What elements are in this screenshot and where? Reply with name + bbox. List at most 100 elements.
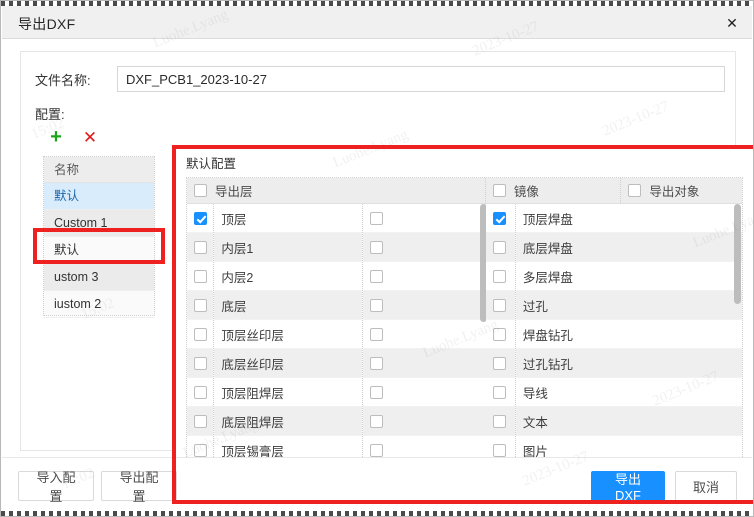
mirror-checkbox-cell: [363, 204, 486, 233]
objects-scrollbar-thumb[interactable]: [733, 204, 741, 304]
config-list-item[interactable]: ustom 3: [44, 264, 154, 291]
config-list: 名称 默认 Custom 1 默认 ustom 3 iustom 2: [43, 156, 155, 318]
mirror-checkbox[interactable]: [370, 298, 384, 312]
layer-name-label: 顶层丝印层: [221, 328, 284, 343]
dialog-title: 导出DXF: [18, 16, 76, 32]
dialog-title-bar: 导出DXF ✕: [2, 6, 752, 39]
config-section-label: 配置:: [35, 107, 65, 122]
mirror-checkbox-cell: [363, 262, 486, 291]
object-name-cell: 导线: [515, 378, 742, 407]
config-list-item[interactable]: iustom 2: [44, 291, 154, 318]
select-all-layers-checkbox[interactable]: [194, 184, 207, 197]
objects-scroll-pane[interactable]: 顶层焊盘 底层焊盘 多层焊盘 过孔 焊盘钻孔 过孔钻孔 导线 文本 图片: [485, 204, 742, 459]
layer-checkbox-cell: [187, 320, 214, 349]
object-checkbox[interactable]: [492, 414, 506, 428]
layer-checkbox[interactable]: [194, 327, 207, 341]
cross-icon[interactable]: ✕: [79, 126, 101, 148]
layer-name-cell: 内层2: [214, 262, 363, 291]
layer-name-label: 顶层: [221, 212, 247, 227]
config-list-item[interactable]: 默认: [44, 237, 154, 264]
object-checkbox[interactable]: [492, 327, 506, 341]
export-dxf-dialog: 导出DXF ✕ 文件名称: 配置: + ✕ 名称 默认 Custom 1 默认 ust…: [0, 0, 754, 517]
object-checkbox-cell: [485, 204, 515, 233]
object-checkbox[interactable]: [492, 298, 506, 312]
layer-name-label: 底层: [221, 299, 247, 314]
mirror-checkbox[interactable]: [370, 327, 384, 341]
filename-row: 文件名称:: [35, 66, 725, 92]
object-checkbox[interactable]: [492, 443, 506, 457]
layer-checkbox[interactable]: [194, 240, 207, 254]
mirror-checkbox-cell: [363, 291, 486, 320]
object-name-label: 过孔: [522, 299, 548, 314]
object-checkbox[interactable]: [492, 269, 506, 283]
object-name-label: 导线: [522, 386, 548, 401]
export-config-button[interactable]: 导出配置: [101, 470, 177, 504]
mirror-checkbox-cell: [363, 378, 486, 407]
config-list-header: 名称: [44, 157, 154, 183]
mirror-checkbox[interactable]: [370, 385, 384, 399]
config-list-item[interactable]: 默认: [44, 183, 154, 210]
table-body: 顶层 内层1 内层2 底层 顶层丝印层 底层丝印层 顶层阻焊层 底层阻焊层 顶层锡膏层 顶层焊盘…: [187, 204, 742, 459]
mirror-checkbox[interactable]: [370, 240, 384, 254]
layer-checkbox-cell: [187, 436, 214, 459]
layers-vertical-scrollbar[interactable]: [480, 204, 486, 459]
layer-checkbox[interactable]: [194, 414, 207, 428]
default-config-panel: 默认配置 导出层 镜像 导出对象 顶层 内层1 内层2 底层 顶层丝印层 底层丝…: [176, 149, 753, 500]
cancel-button[interactable]: 取消: [675, 471, 737, 501]
mirror-checkbox[interactable]: [370, 414, 384, 428]
object-name-cell: 多层焊盘: [515, 262, 742, 291]
object-name-cell: 底层焊盘: [515, 233, 742, 262]
object-name-label: 底层焊盘: [522, 241, 573, 256]
layer-name-cell: 内层1: [214, 233, 363, 262]
layers-scroll-pane[interactable]: 顶层 内层1 内层2 底层 顶层丝印层 底层丝印层 顶层阻焊层 底层阻焊层 顶层锡膏层: [187, 204, 486, 459]
export-dxf-button[interactable]: 导出DXF: [591, 471, 665, 503]
select-all-objects-checkbox[interactable]: [628, 184, 642, 197]
objects-vertical-scrollbar[interactable]: [733, 204, 741, 459]
layer-checkbox[interactable]: [194, 211, 207, 225]
mirror-checkbox[interactable]: [370, 211, 384, 225]
mirror-checkbox[interactable]: [370, 269, 384, 283]
object-name-label: 多层焊盘: [522, 270, 573, 285]
layer-checkbox[interactable]: [194, 298, 207, 312]
layer-checkbox-cell: [187, 378, 214, 407]
layer-checkbox[interactable]: [194, 356, 207, 370]
object-checkbox[interactable]: [492, 356, 506, 370]
layer-checkbox-cell: [187, 262, 214, 291]
filename-label: 文件名称:: [35, 73, 91, 88]
config-list-item-label: 默认: [54, 243, 80, 257]
object-checkbox-cell: [485, 320, 515, 349]
layer-checkbox[interactable]: [194, 269, 207, 283]
object-checkbox[interactable]: [492, 385, 506, 399]
filename-input[interactable]: [117, 66, 725, 92]
layer-checkbox[interactable]: [194, 443, 207, 457]
config-list-item-label: Custom 1: [54, 216, 108, 230]
mirror-checkbox-cell: [363, 349, 486, 378]
layers-scrollbar-thumb[interactable]: [480, 204, 486, 322]
config-toolbar: + ✕: [45, 126, 155, 152]
layer-name-label: 内层1: [221, 241, 254, 256]
column-header-layer: 导出层: [187, 178, 486, 203]
layer-name-cell: 顶层锡膏层: [214, 436, 363, 459]
config-list-item[interactable]: Custom 1: [44, 210, 154, 237]
object-name-label: 过孔钻孔: [522, 357, 573, 372]
layer-checkbox-cell: [187, 407, 214, 436]
close-icon[interactable]: ✕: [720, 12, 744, 34]
mirror-checkbox[interactable]: [370, 356, 384, 370]
object-checkbox[interactable]: [492, 211, 506, 225]
object-name-cell: 过孔钻孔: [515, 349, 742, 378]
plus-icon[interactable]: +: [45, 126, 67, 148]
layer-checkbox-cell: [187, 349, 214, 378]
select-all-mirror-checkbox[interactable]: [492, 184, 506, 197]
import-config-button[interactable]: 导入配置: [18, 470, 94, 504]
layers-objects-table: 导出层 镜像 导出对象 顶层 内层1 内层2 底层 顶层丝印层 底层丝印层 顶层…: [186, 177, 743, 459]
object-name-cell: 顶层焊盘: [515, 204, 742, 233]
object-checkbox-cell: [485, 262, 515, 291]
mirror-checkbox[interactable]: [370, 443, 384, 457]
object-name-cell: 文本: [515, 407, 742, 436]
layer-checkbox[interactable]: [194, 385, 207, 399]
layer-name-label: 内层2: [221, 270, 254, 285]
object-checkbox-cell: [485, 378, 515, 407]
object-checkbox[interactable]: [492, 240, 506, 254]
object-name-cell: 图片: [515, 436, 742, 459]
layer-name-label: 底层阻焊层: [221, 415, 284, 430]
